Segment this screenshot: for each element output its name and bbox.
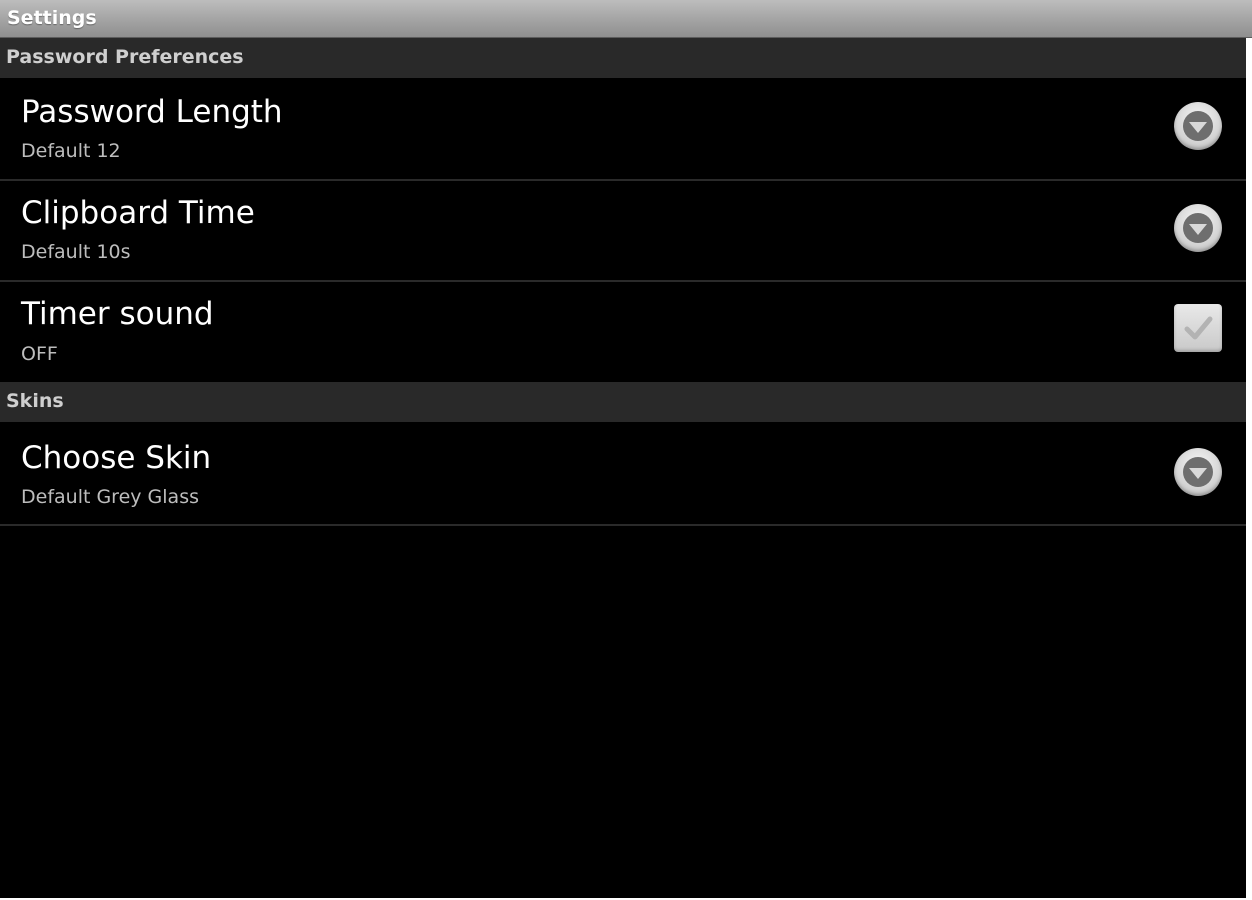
preference-summary: Default 12 xyxy=(21,140,121,162)
category-label: Password Preferences xyxy=(6,46,244,68)
preference-password-length[interactable]: Password Length Default 12 xyxy=(0,78,1246,179)
preference-title: Choose Skin xyxy=(21,440,212,476)
window-edge xyxy=(1246,38,1252,900)
preference-timer-sound[interactable]: Timer sound OFF xyxy=(0,282,1246,382)
preference-summary: Default Grey Glass xyxy=(21,486,199,508)
preference-title: Clipboard Time xyxy=(21,195,255,231)
divider xyxy=(0,524,1246,526)
window-title: Settings xyxy=(7,7,97,29)
preference-title: Timer sound xyxy=(21,296,214,332)
preference-summary: Default 10s xyxy=(21,241,131,263)
preference-choose-skin[interactable]: Choose Skin Default Grey Glass xyxy=(0,422,1246,524)
category-header-skins: Skins xyxy=(0,382,1246,422)
preference-title: Password Length xyxy=(21,94,283,130)
dropdown-icon[interactable] xyxy=(1174,204,1222,252)
preference-clipboard-time[interactable]: Clipboard Time Default 10s xyxy=(0,181,1246,280)
dropdown-icon[interactable] xyxy=(1174,102,1222,150)
title-bar: Settings xyxy=(0,0,1252,38)
timer-sound-checkbox[interactable] xyxy=(1174,304,1222,352)
preference-summary: OFF xyxy=(21,343,58,365)
category-label: Skins xyxy=(6,390,64,412)
dropdown-icon[interactable] xyxy=(1174,448,1222,496)
category-header-password-preferences: Password Preferences xyxy=(0,38,1246,78)
